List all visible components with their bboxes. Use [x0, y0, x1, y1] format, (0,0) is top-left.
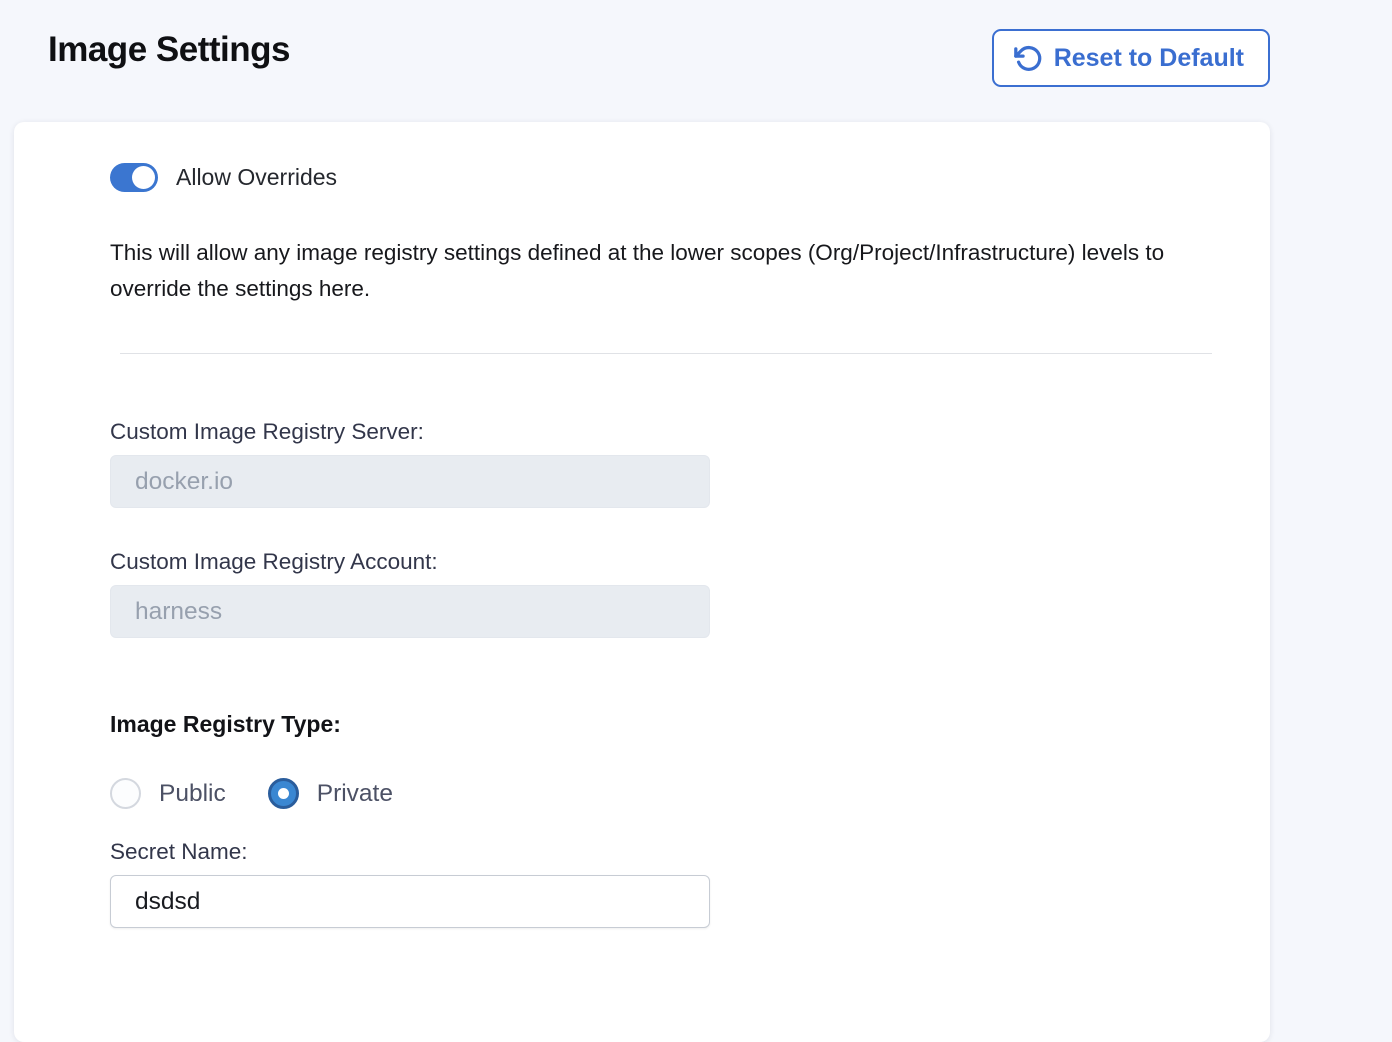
registry-account-label: Custom Image Registry Account:: [110, 549, 438, 575]
registry-type-label: Image Registry Type:: [110, 711, 341, 738]
overrides-description: This will allow any image registry setti…: [110, 235, 1232, 307]
registry-server-label: Custom Image Registry Server:: [110, 419, 424, 445]
radio-selected-icon[interactable]: [268, 778, 299, 809]
radio-option-public[interactable]: Public: [110, 778, 226, 809]
secret-name-input[interactable]: [110, 875, 710, 928]
registry-account-input: [110, 585, 710, 638]
reset-ccw-icon: [1014, 44, 1043, 73]
reset-button-label: Reset to Default: [1054, 44, 1244, 73]
registry-type-radio-group: Public Private: [110, 778, 393, 809]
registry-server-input: [110, 455, 710, 508]
toggle-knob-icon: [132, 166, 155, 189]
page-title: Image Settings: [48, 30, 290, 70]
radio-option-private[interactable]: Private: [268, 778, 393, 809]
allow-overrides-row: Allow Overrides: [110, 163, 337, 192]
allow-overrides-toggle[interactable]: [110, 163, 158, 192]
section-divider: [120, 353, 1212, 354]
image-settings-card: Allow Overrides This will allow any imag…: [14, 122, 1270, 1042]
radio-unselected-icon[interactable]: [110, 778, 141, 809]
secret-name-label: Secret Name:: [110, 839, 248, 865]
reset-to-default-button[interactable]: Reset to Default: [992, 29, 1270, 87]
allow-overrides-label: Allow Overrides: [176, 164, 337, 191]
radio-private-label: Private: [317, 780, 393, 808]
radio-public-label: Public: [159, 780, 226, 808]
